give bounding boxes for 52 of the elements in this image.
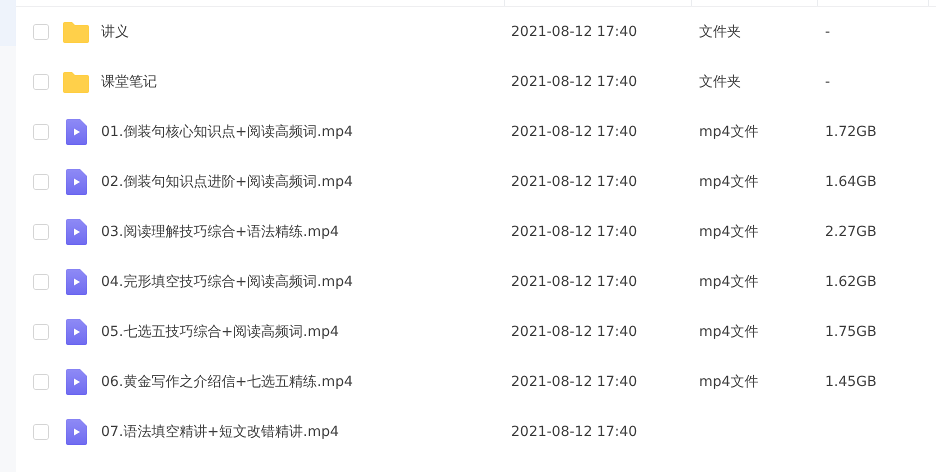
file-type: mp4文件 bbox=[699, 123, 760, 141]
file-type: mp4文件 bbox=[699, 323, 760, 341]
folder-icon bbox=[63, 71, 89, 93]
modified-date: 2021-08-12 17:40 bbox=[511, 24, 638, 40]
file-size: 2.27GB bbox=[825, 224, 878, 240]
checkbox[interactable] bbox=[33, 424, 49, 440]
modified-date: 2021-08-12 17:40 bbox=[511, 174, 638, 190]
file-size: 1.72GB bbox=[825, 124, 878, 140]
video-file-icon bbox=[66, 369, 86, 395]
file-name[interactable]: 06.黄金写作之介绍信+七选五精练.mp4 bbox=[101, 373, 501, 391]
file-size: 1.64GB bbox=[825, 174, 878, 190]
modified-date: 2021-08-12 17:40 bbox=[511, 224, 638, 240]
checkbox[interactable] bbox=[33, 224, 49, 240]
file-type: 文件夹 bbox=[699, 73, 742, 91]
checkbox[interactable] bbox=[33, 374, 49, 390]
video-file-icon bbox=[66, 269, 86, 295]
modified-date: 2021-08-12 17:40 bbox=[511, 274, 638, 290]
checkbox[interactable] bbox=[33, 174, 49, 190]
file-size: - bbox=[825, 74, 832, 90]
file-type: mp4文件 bbox=[699, 273, 760, 291]
file-name[interactable]: 07.语法填空精讲+短文改错精讲.mp4 bbox=[101, 423, 501, 441]
file-name[interactable]: 讲义 bbox=[101, 23, 501, 41]
checkbox[interactable] bbox=[33, 324, 49, 340]
video-file-icon bbox=[66, 319, 86, 345]
video-file-icon bbox=[66, 169, 86, 195]
folder-icon bbox=[63, 21, 89, 43]
file-name[interactable]: 04.完形填空技巧综合+阅读高频词.mp4 bbox=[101, 273, 501, 291]
file-name[interactable]: 02.倒装句知识点进阶+阅读高频词.mp4 bbox=[101, 173, 501, 191]
file-type: mp4文件 bbox=[699, 223, 760, 241]
checkbox[interactable] bbox=[33, 74, 49, 90]
video-file-icon bbox=[66, 119, 86, 145]
file-name[interactable]: 05.七选五技巧综合+阅读高频词.mp4 bbox=[101, 323, 501, 341]
file-size: 1.62GB bbox=[825, 274, 878, 290]
file-type: mp4文件 bbox=[699, 173, 760, 191]
file-name[interactable]: 01.倒装句核心知识点+阅读高频词.mp4 bbox=[101, 123, 501, 141]
modified-date: 2021-08-12 17:40 bbox=[511, 74, 638, 90]
modified-date: 2021-08-12 17:40 bbox=[511, 424, 638, 440]
video-file-icon bbox=[66, 219, 86, 245]
file-type: 文件夹 bbox=[699, 23, 742, 41]
file-name[interactable]: 03.阅读理解技巧综合+语法精练.mp4 bbox=[101, 223, 501, 241]
modified-date: 2021-08-12 17:40 bbox=[511, 124, 638, 140]
checkbox[interactable] bbox=[33, 124, 49, 140]
file-size: 1.75GB bbox=[825, 324, 878, 340]
checkbox[interactable] bbox=[33, 274, 49, 290]
modified-date: 2021-08-12 17:40 bbox=[511, 324, 638, 340]
video-file-icon bbox=[66, 419, 86, 445]
file-size: - bbox=[825, 24, 832, 40]
modified-date: 2021-08-12 17:40 bbox=[511, 374, 638, 390]
file-size: 1.45GB bbox=[825, 374, 878, 390]
file-name[interactable]: 课堂笔记 bbox=[101, 73, 501, 91]
checkbox[interactable] bbox=[33, 24, 49, 40]
file-type: mp4文件 bbox=[699, 373, 760, 391]
